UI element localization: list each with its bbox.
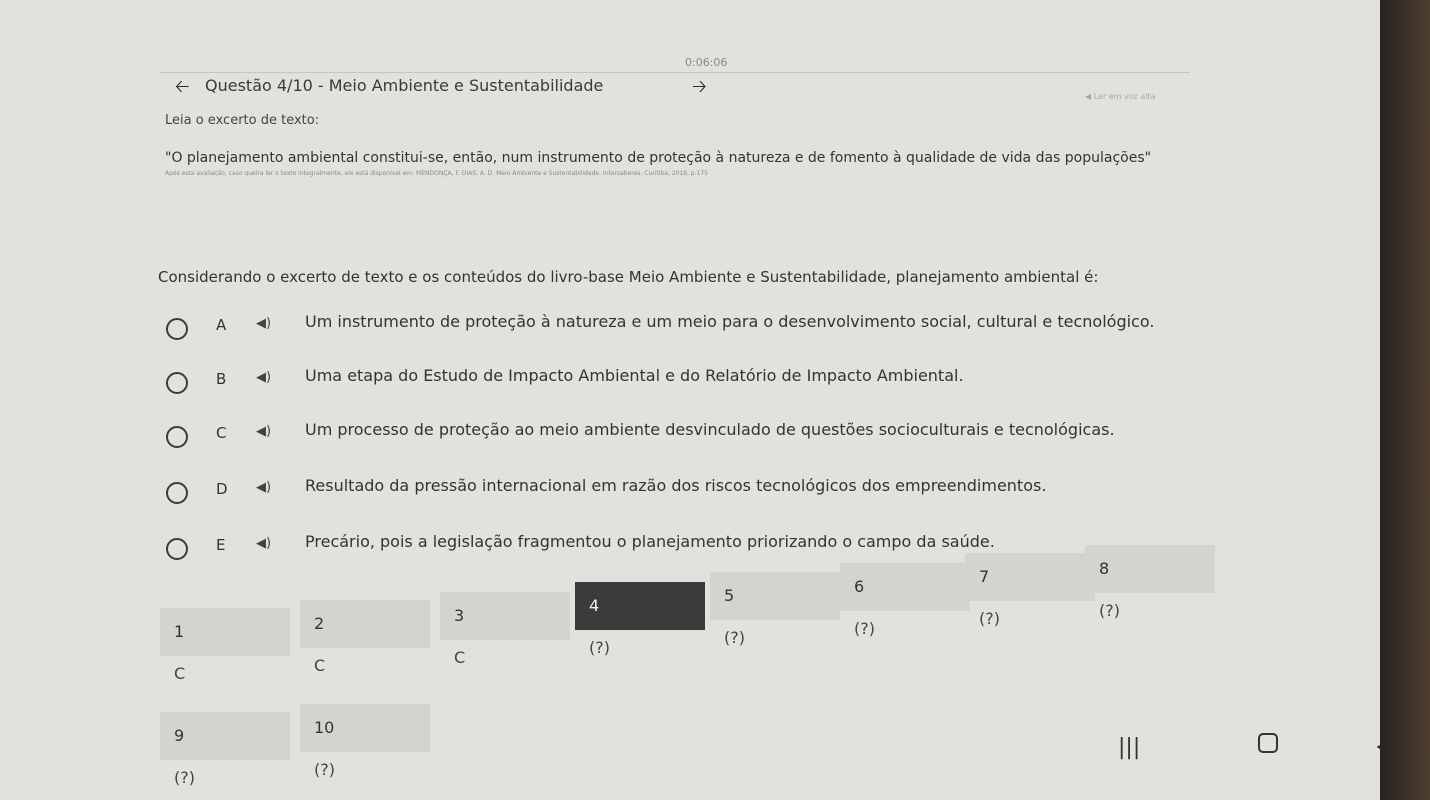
option-text: Um instrumento de proteção à natureza e …	[305, 312, 1155, 331]
read-aloud-label: Ler em voz alta	[1093, 92, 1156, 101]
question-answer: C	[454, 648, 466, 667]
radio-button[interactable]	[166, 318, 188, 340]
page-title: Questão 4/10 - Meio Ambiente e Sustentab…	[205, 76, 604, 95]
option-text: Precário, pois a legislação fragmentou o…	[305, 532, 995, 551]
radio-button[interactable]	[166, 538, 188, 560]
quote-text: "O planejamento ambiental constitui-se, …	[165, 150, 1152, 166]
question-answer: (?)	[854, 619, 875, 638]
question-number: 10	[300, 704, 430, 752]
question-nav-8[interactable]: 8 (?)	[1085, 545, 1215, 655]
radio-button[interactable]	[166, 426, 188, 448]
header-divider	[160, 72, 1190, 73]
question-number: 2	[300, 600, 430, 648]
option-letter: D	[216, 480, 228, 498]
question-nav-10[interactable]: 10 (?)	[300, 704, 430, 800]
question-number: 9	[160, 712, 290, 760]
question-nav-7[interactable]: 7 (?)	[965, 553, 1095, 663]
question-answer: C	[314, 656, 326, 675]
option-b[interactable]: B ◀) Uma etapa do Estudo de Impacto Ambi…	[150, 352, 1230, 406]
question-answer: (?)	[1099, 601, 1120, 620]
question-answer: (?)	[979, 609, 1000, 628]
source-citation: Após esta avaliação, caso queira ler o t…	[165, 170, 708, 177]
option-text: Uma etapa do Estudo de Impacto Ambiental…	[305, 366, 964, 385]
radio-button[interactable]	[166, 372, 188, 394]
timer: 0:06:06	[685, 56, 728, 69]
question-answer: (?)	[724, 628, 745, 647]
instruction-text: Leia o excerto de texto:	[165, 113, 320, 128]
speaker-icon[interactable]: ◀)	[256, 316, 271, 331]
option-d[interactable]: D ◀) Resultado da pressão internacional …	[150, 462, 1230, 516]
option-letter: B	[216, 370, 227, 388]
question-answer: C	[174, 664, 186, 683]
arrow-right-icon[interactable]: 🡢	[692, 74, 707, 104]
question-nav-1[interactable]: 1 C	[160, 608, 290, 718]
question-number: 6	[840, 563, 970, 611]
question-number: 7	[965, 553, 1095, 601]
arrow-left-icon[interactable]: 🡠	[175, 74, 190, 104]
speaker-icon[interactable]: ◀)	[256, 480, 271, 495]
speaker-icon[interactable]: ◀)	[256, 536, 271, 551]
question-nav-2[interactable]: 2 C	[300, 600, 430, 710]
read-aloud-button[interactable]: ◀︎ Ler em voz alta	[1085, 92, 1156, 101]
question-answer: (?)	[589, 638, 610, 657]
question-nav-5[interactable]: 5 (?)	[710, 572, 840, 682]
question-number: 1	[160, 608, 290, 656]
option-c[interactable]: C ◀) Um processo de proteção ao meio amb…	[150, 406, 1230, 460]
question-number: 4	[575, 582, 705, 630]
question-number: 5	[710, 572, 840, 620]
option-letter: A	[216, 316, 227, 334]
question-number: 3	[440, 592, 570, 640]
option-letter: E	[216, 536, 226, 554]
option-text: Um processo de proteção ao meio ambiente…	[305, 420, 1115, 439]
device-bezel	[1380, 0, 1430, 800]
screen: 0:06:06 🡠 Questão 4/10 - Meio Ambiente e…	[0, 0, 1395, 800]
home-icon[interactable]	[1258, 733, 1278, 753]
radio-button[interactable]	[166, 482, 188, 504]
recent-apps-icon[interactable]: |||	[1118, 735, 1140, 760]
speaker-icon[interactable]: ◀)	[256, 424, 271, 439]
question-number: 8	[1085, 545, 1215, 593]
option-a[interactable]: A ◀) Um instrumento de proteção à nature…	[150, 298, 1230, 352]
question-nav-6[interactable]: 6 (?)	[840, 563, 970, 673]
question-nav-4[interactable]: 4 (?)	[575, 582, 705, 692]
question-nav-9[interactable]: 9 (?)	[160, 712, 290, 800]
question-answer: (?)	[174, 768, 195, 787]
question-text: Considerando o excerto de texto e os con…	[158, 268, 1099, 286]
speaker-icon[interactable]: ◀)	[256, 370, 271, 385]
speaker-icon: ◀︎	[1085, 92, 1092, 101]
option-text: Resultado da pressão internacional em ra…	[305, 476, 1047, 495]
question-answer: (?)	[314, 760, 335, 779]
question-nav-3[interactable]: 3 C	[440, 592, 570, 702]
option-letter: C	[216, 424, 227, 442]
